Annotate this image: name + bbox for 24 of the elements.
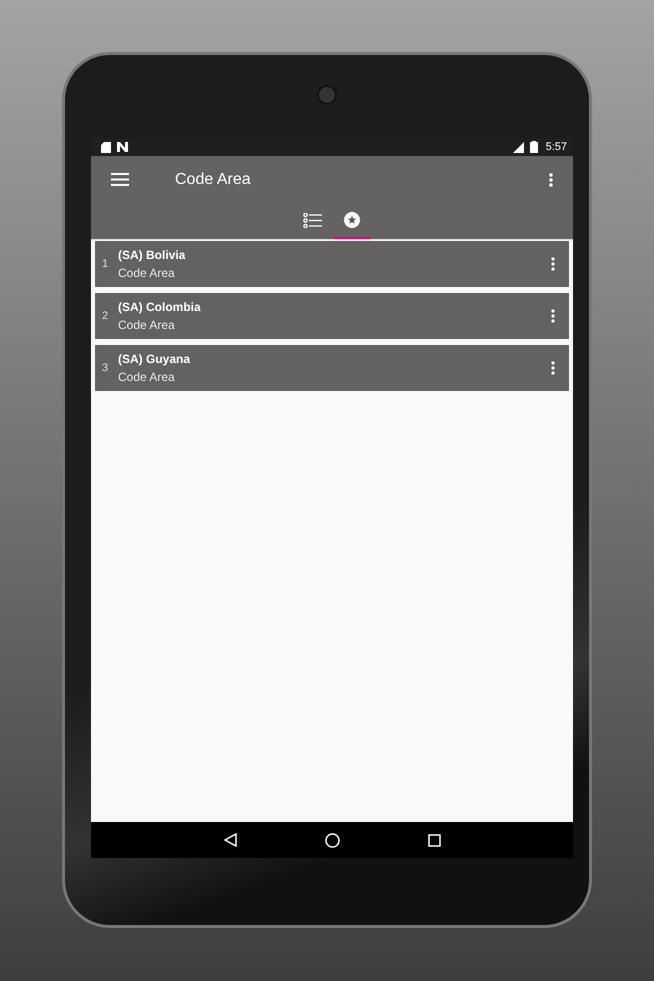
more-options-icon[interactable] [551, 309, 555, 323]
item-title: (SA) Colombia [118, 300, 202, 314]
camera-icon [317, 85, 337, 105]
n-logo-icon [117, 142, 128, 152]
item-title: (SA) Guyana [118, 352, 192, 366]
list-icon [302, 212, 322, 228]
battery-icon [530, 141, 538, 153]
item-subtitle: Code Area [118, 318, 176, 332]
more-options-icon[interactable] [551, 361, 555, 375]
home-icon[interactable] [324, 832, 340, 848]
item-subtitle: Code Area [118, 266, 176, 280]
item-number: 1 [102, 258, 110, 270]
item-number: 2 [102, 310, 110, 322]
recents-icon[interactable] [428, 834, 440, 846]
status-time: 5:57 [546, 141, 567, 153]
item-subtitle: Code Area [118, 370, 176, 384]
app-title: Code Area [175, 170, 252, 188]
more-options-icon[interactable] [551, 257, 555, 271]
sd-card-icon [101, 142, 111, 152]
back-icon[interactable] [224, 833, 236, 847]
more-options-icon[interactable] [549, 172, 553, 186]
menu-icon[interactable] [111, 173, 129, 186]
item-title: (SA) Bolivia [118, 248, 186, 262]
item-number: 3 [102, 362, 110, 374]
